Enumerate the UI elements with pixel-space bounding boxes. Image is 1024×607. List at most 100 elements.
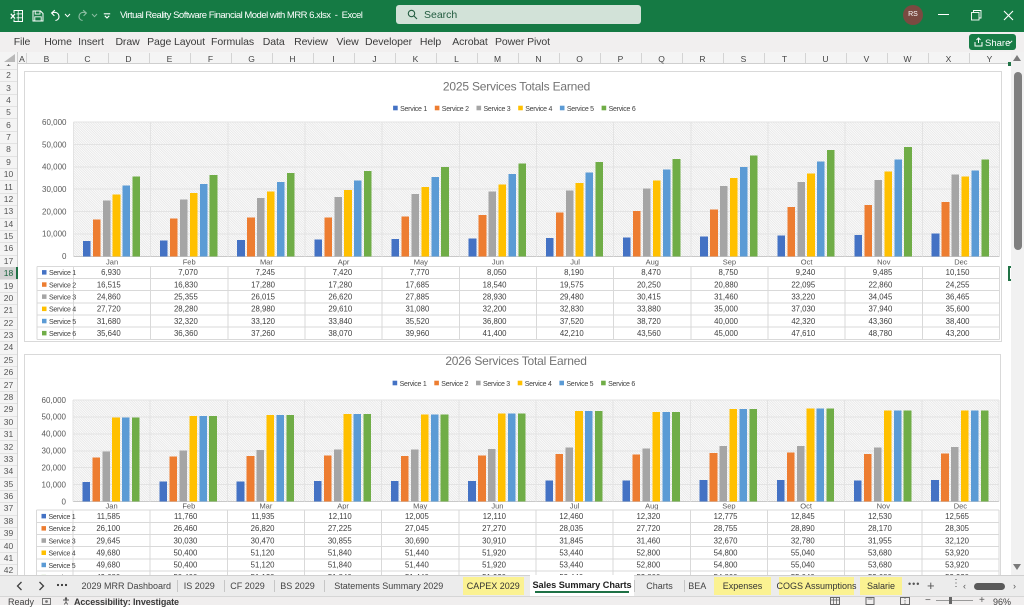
svg-text:53,440: 53,440 [559,548,584,557]
svg-text:Nov: Nov [877,257,891,266]
svg-text:Service 3: Service 3 [483,380,510,387]
svg-text:Apr: Apr [337,257,349,266]
svg-text:27,270: 27,270 [482,524,507,533]
svg-text:May: May [413,501,427,510]
svg-text:8,470: 8,470 [641,268,661,277]
svg-text:32,120: 32,120 [945,536,970,545]
svg-text:28,280: 28,280 [173,304,198,313]
svg-text:24,255: 24,255 [945,280,970,289]
svg-text:10,000: 10,000 [42,480,67,489]
svg-text:10,150: 10,150 [945,268,970,277]
svg-text:16,830: 16,830 [173,280,198,289]
svg-text:28,755: 28,755 [714,524,739,533]
svg-text:42,320: 42,320 [791,316,816,325]
svg-text:Service 1: Service 1 [400,105,427,112]
svg-text:42,210: 42,210 [559,328,584,337]
svg-text:51,920: 51,920 [482,560,507,569]
svg-text:52,800: 52,800 [636,548,661,557]
svg-text:60,000: 60,000 [42,395,67,404]
svg-text:7,070: 7,070 [178,268,198,277]
svg-text:32,780: 32,780 [791,536,816,545]
svg-text:31,080: 31,080 [405,304,430,313]
svg-text:30,855: 30,855 [328,536,353,545]
svg-text:28,305: 28,305 [945,524,970,533]
svg-text:12,530: 12,530 [868,511,893,520]
svg-text:47,610: 47,610 [791,328,816,337]
svg-text:Jul: Jul [570,257,580,266]
svg-text:29,645: 29,645 [96,536,121,545]
svg-text:Oct: Oct [800,257,813,266]
svg-text:Service 6: Service 6 [49,331,76,338]
svg-text:Oct: Oct [800,501,813,510]
svg-text:22,095: 22,095 [791,280,816,289]
svg-text:26,820: 26,820 [251,524,276,533]
svg-text:33,220: 33,220 [791,292,816,301]
svg-text:51,120: 51,120 [251,548,276,557]
svg-text:12,110: 12,110 [328,511,352,520]
svg-text:55,040: 55,040 [791,560,816,569]
svg-text:29,480: 29,480 [559,292,584,301]
svg-text:43,560: 43,560 [636,328,661,337]
svg-text:33,880: 33,880 [636,304,661,313]
svg-text:32,320: 32,320 [173,316,198,325]
svg-text:36,360: 36,360 [173,328,198,337]
svg-text:8,750: 8,750 [718,268,738,277]
svg-text:26,015: 26,015 [251,292,276,301]
svg-text:30,000: 30,000 [42,185,67,194]
svg-text:51,840: 51,840 [328,560,353,569]
svg-text:9,240: 9,240 [795,268,815,277]
svg-text:40,000: 40,000 [42,429,67,438]
svg-text:40,000: 40,000 [714,316,739,325]
svg-text:9,485: 9,485 [872,268,892,277]
svg-text:17,685: 17,685 [405,280,430,289]
svg-text:28,035: 28,035 [559,524,584,533]
svg-text:Jul: Jul [570,501,580,510]
svg-text:Service 2: Service 2 [441,105,468,112]
svg-text:Service 2: Service 2 [441,380,468,387]
svg-text:53,680: 53,680 [868,548,893,557]
svg-text:8,050: 8,050 [486,268,506,277]
svg-text:35,640: 35,640 [96,328,121,337]
svg-text:17,280: 17,280 [251,280,276,289]
svg-text:Service 4: Service 4 [49,550,76,557]
svg-text:17,280: 17,280 [328,280,353,289]
svg-text:Service 4: Service 4 [525,380,552,387]
svg-text:Service 2: Service 2 [49,282,76,289]
svg-text:Service 1: Service 1 [49,514,76,521]
svg-text:27,045: 27,045 [405,524,430,533]
svg-text:27,885: 27,885 [405,292,430,301]
svg-text:51,440: 51,440 [405,560,430,569]
svg-text:8,190: 8,190 [564,268,584,277]
svg-text:51,440: 51,440 [405,548,430,557]
svg-text:45,000: 45,000 [714,328,739,337]
svg-text:35,600: 35,600 [945,304,970,313]
svg-text:38,400: 38,400 [945,316,970,325]
svg-text:54,800: 54,800 [714,560,739,569]
svg-text:37,940: 37,940 [868,304,893,313]
svg-text:31,680: 31,680 [96,316,121,325]
svg-text:7,770: 7,770 [409,268,429,277]
svg-text:6,930: 6,930 [101,268,121,277]
svg-text:30,690: 30,690 [405,536,430,545]
svg-text:53,680: 53,680 [868,560,893,569]
svg-text:52,800: 52,800 [636,560,661,569]
svg-text:39,960: 39,960 [405,328,430,337]
svg-text:53,920: 53,920 [945,560,970,569]
svg-text:Feb: Feb [182,257,195,266]
svg-text:Service 3: Service 3 [49,538,76,545]
svg-text:16,515: 16,515 [96,280,121,289]
svg-text:10,000: 10,000 [42,229,67,238]
svg-text:27,225: 27,225 [328,524,353,533]
svg-text:31,845: 31,845 [559,536,584,545]
svg-text:51,920: 51,920 [482,548,507,557]
svg-text:2025 Services Totals Earned: 2025 Services Totals Earned [442,79,589,93]
svg-text:Apr: Apr [337,501,349,510]
svg-text:49,680: 49,680 [96,560,121,569]
svg-text:37,260: 37,260 [251,328,276,337]
svg-text:2026 Services Total Earned: 2026 Services Total Earned [445,354,586,368]
svg-text:60,000: 60,000 [42,117,67,126]
svg-text:Service 3: Service 3 [483,105,510,112]
svg-text:30,030: 30,030 [173,536,198,545]
svg-text:12,845: 12,845 [791,511,816,520]
svg-text:26,620: 26,620 [328,292,353,301]
